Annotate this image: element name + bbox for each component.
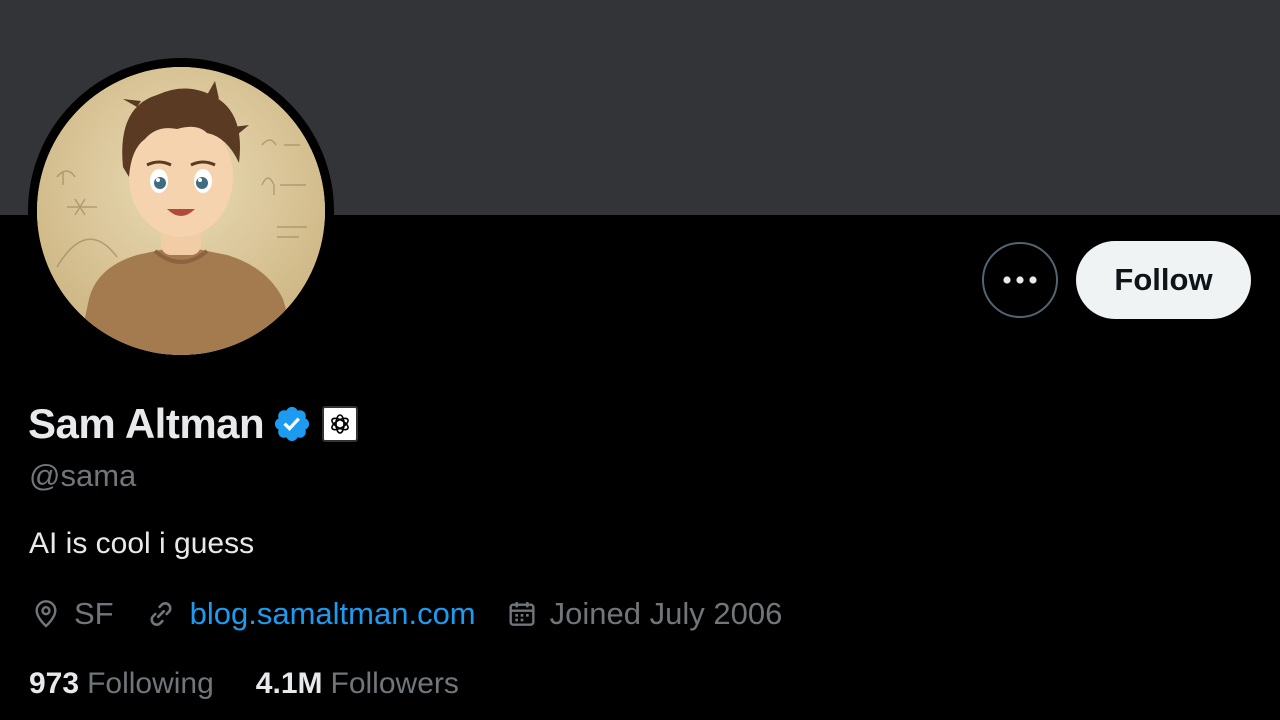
more-options-button[interactable] <box>982 242 1058 318</box>
link-icon <box>150 602 172 626</box>
affiliation-badge[interactable] <box>322 406 359 442</box>
calendar-icon <box>509 602 535 626</box>
verified-badge-icon[interactable] <box>272 404 312 444</box>
followers-count: 4.1M <box>255 667 323 700</box>
display-name: Sam Altman <box>28 400 265 447</box>
following-label: Following <box>87 667 214 700</box>
more-horizontal-icon <box>1003 276 1037 284</box>
followers-stat[interactable]: 4.1M Followers <box>256 667 459 701</box>
website-link[interactable]: blog.samaltman.com <box>190 596 476 632</box>
bio: AI is cool i guess <box>29 527 255 560</box>
location-pin-icon <box>35 600 57 628</box>
joined-date: Joined July 2006 <box>549 596 783 631</box>
location-text: SF <box>74 596 114 631</box>
follow-button[interactable]: Follow <box>1076 241 1251 319</box>
website-item: blog.samaltman.com <box>144 596 476 632</box>
follow-stats: 973 Following 4.1M Followers <box>29 664 501 704</box>
profile-meta: SF blog.samaltman.com Joined July 2006 <box>30 592 812 636</box>
openai-logo-icon <box>331 414 350 434</box>
joined-item: Joined July 2006 <box>506 596 783 632</box>
name-row: Sam Altman <box>28 398 359 450</box>
followers-label: Followers <box>330 667 459 700</box>
avatar[interactable] <box>37 67 325 355</box>
avatar-illustration <box>37 67 325 355</box>
following-count: 973 <box>29 667 80 700</box>
location-item: SF <box>30 596 114 632</box>
user-handle: @sama <box>29 458 137 493</box>
following-stat[interactable]: 973 Following <box>29 667 214 701</box>
